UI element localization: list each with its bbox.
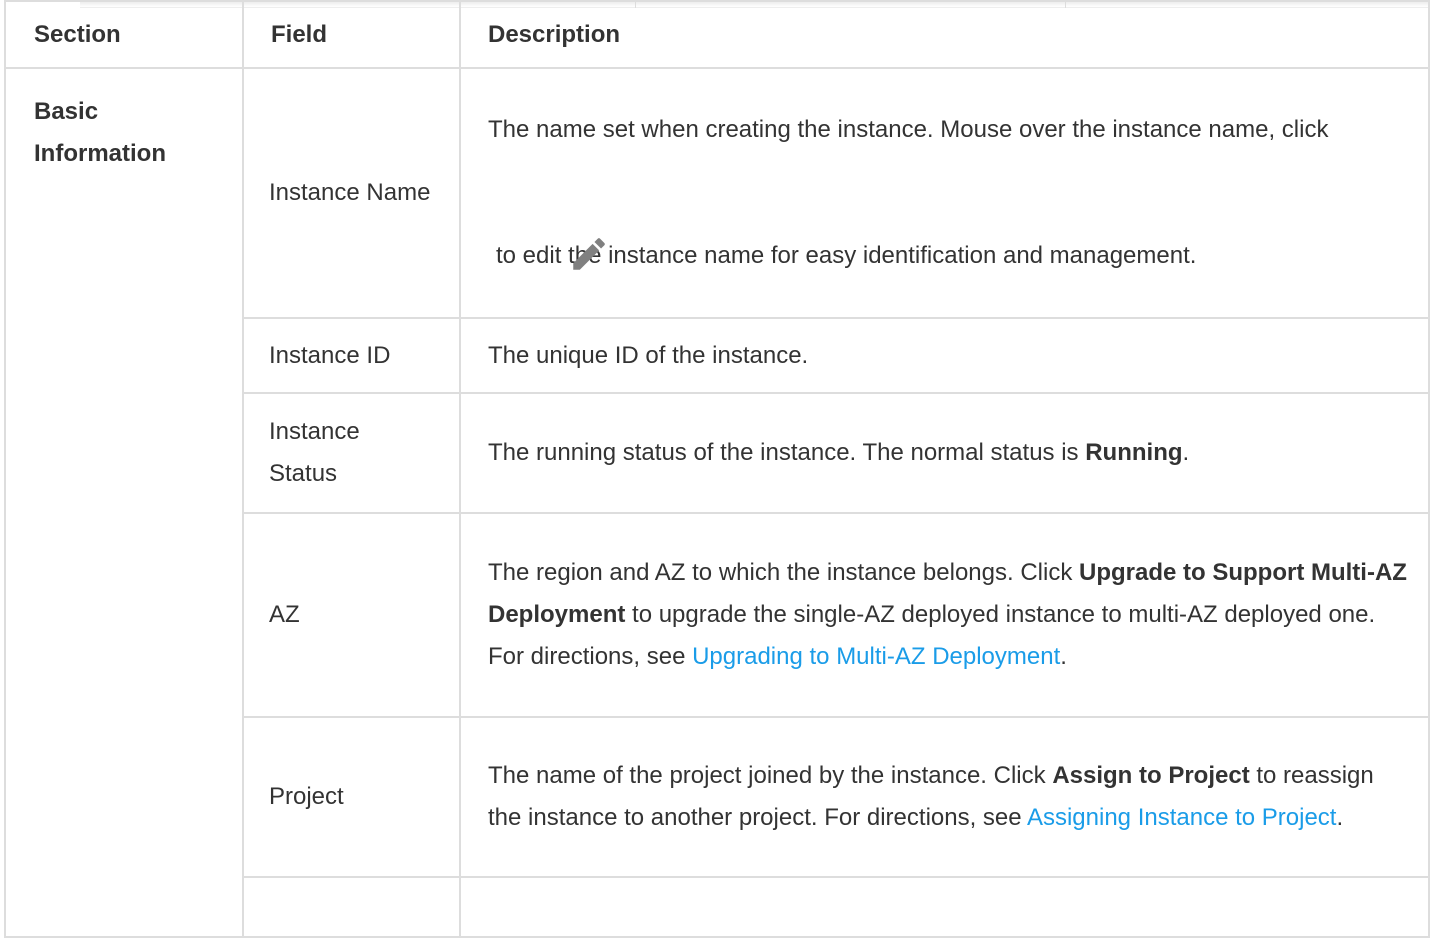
field-next (242, 876, 461, 938)
desc-text: The running status of the instance. The … (488, 439, 1086, 466)
desc-text: . (1182, 439, 1190, 466)
desc-project: The name of the project joined by the in… (459, 716, 1430, 878)
desc-text: The region and AZ to which the instance … (488, 559, 1079, 586)
desc-instance-id: The unique ID of the instance. (459, 317, 1430, 394)
header-section: Section (4, 0, 244, 69)
desc-text: . (1336, 804, 1344, 831)
desc-az: The region and AZ to which the instance … (459, 512, 1430, 718)
field-instance-name: Instance Name (242, 67, 461, 319)
desc-next (459, 876, 1430, 938)
desc-text: The name of the project joined by the in… (488, 762, 1053, 789)
field-project: Project (242, 716, 461, 878)
desc-instance-name: The name set when creating the instance.… (459, 67, 1430, 319)
upgrading-multi-az-link[interactable]: Upgrading to Multi-AZ Deployment (692, 643, 1060, 670)
status-running-text: Running (1085, 439, 1183, 466)
pencil-icon (573, 238, 605, 270)
field-instance-status: Instance Status (242, 392, 461, 514)
icon-container (488, 151, 1408, 270)
field-label: Instance Status (269, 418, 360, 487)
field-az: AZ (242, 512, 461, 718)
assigning-project-link[interactable]: Assigning Instance to Project (1027, 804, 1337, 831)
desc-text: to edit the instance name for easy ident… (496, 242, 1197, 269)
section-name: Basic Information (34, 98, 166, 167)
assign-project-text: Assign to Project (1052, 762, 1250, 789)
table-row: Basic Information Instance Name The name… (4, 67, 1430, 938)
desc-instance-status: The running status of the instance. The … (459, 392, 1430, 514)
desc-text: The name set when creating the instance.… (488, 116, 1329, 143)
desc-text: . (1060, 643, 1067, 670)
section-cell: Basic Information (4, 67, 244, 938)
header-description: Description (459, 0, 1430, 69)
header-field: Field (242, 0, 461, 69)
field-instance-id: Instance ID (242, 317, 461, 394)
table-header-row: Section Field Description (4, 0, 1430, 69)
basic-information-table: Section Field Description Basic Informat… (4, 0, 1430, 938)
